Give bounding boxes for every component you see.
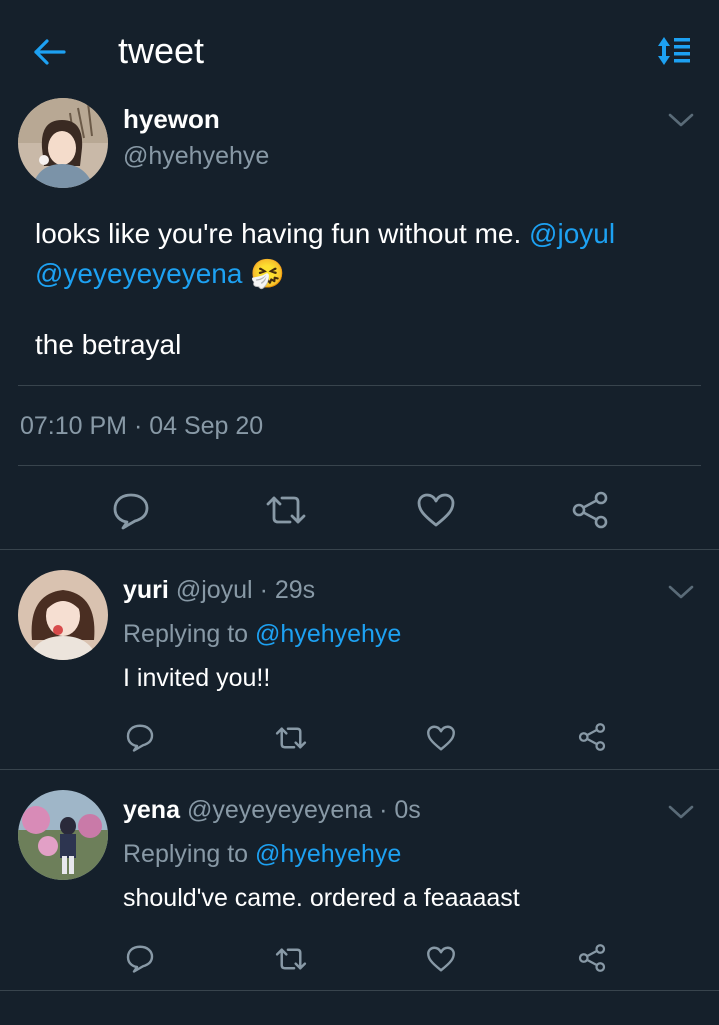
display-name[interactable]: hyewon	[123, 104, 220, 135]
mention-yeyeyeyeyena[interactable]: @yeyeyeyeyena	[35, 258, 242, 289]
avatar-hyewon[interactable]	[18, 98, 108, 188]
like-button[interactable]	[426, 724, 456, 757]
retweet-button[interactable]	[274, 945, 308, 978]
display-name[interactable]: yuri	[123, 576, 169, 604]
heart-icon	[427, 725, 455, 751]
user-handle[interactable]: @yeyeyeyeyena	[187, 796, 372, 824]
reply-text: I invited you!!	[123, 664, 271, 692]
heart-icon	[427, 946, 455, 972]
like-button[interactable]	[416, 492, 456, 533]
divider	[18, 385, 701, 386]
profile-photo-yena	[18, 790, 108, 880]
replying-to-label: Replying to	[123, 840, 249, 868]
heart-icon	[417, 493, 455, 527]
profile-photo-hyewon	[18, 98, 108, 188]
replying-to-handle[interactable]: @hyehyehye	[255, 620, 401, 648]
reply-menu-button[interactable]	[666, 802, 696, 822]
sort-button[interactable]	[655, 34, 695, 68]
user-handle[interactable]: @joyul	[176, 576, 253, 604]
reply-icon	[113, 493, 149, 530]
back-button[interactable]	[30, 34, 70, 70]
tweet-body: looks like you're having fun without me.…	[35, 214, 695, 294]
page-title: tweet	[118, 30, 205, 71]
replying-to-label: Replying to	[123, 620, 249, 648]
share-button[interactable]	[577, 722, 607, 757]
reply-button[interactable]	[111, 490, 151, 535]
profile-photo-yuri	[18, 570, 108, 660]
tweet-menu-button[interactable]	[666, 110, 696, 130]
reply-header: yena @yeyeyeyeyena · 0s	[123, 796, 421, 825]
retweet-icon	[266, 496, 306, 524]
reply-menu-button[interactable]	[666, 582, 696, 602]
retweet-icon	[275, 727, 307, 749]
share-icon	[578, 723, 606, 751]
retweet-button[interactable]	[274, 724, 308, 757]
like-button[interactable]	[426, 945, 456, 978]
avatar-yena[interactable]	[18, 790, 108, 880]
reply-age: · 29s	[259, 576, 316, 604]
tweet-timestamp: 07:10 PM · 04 Sep 20	[20, 412, 264, 440]
reply-button[interactable]	[125, 943, 155, 978]
share-icon	[572, 491, 608, 529]
reply-button[interactable]	[125, 722, 155, 757]
share-icon	[578, 944, 606, 972]
tweet-text-second-line: the betrayal	[35, 329, 182, 360]
user-handle[interactable]: @hyehyehye	[123, 142, 269, 171]
share-button[interactable]	[570, 490, 610, 535]
retweet-button[interactable]	[264, 492, 308, 533]
chevron-down-icon	[668, 113, 694, 127]
replying-to: Replying to @hyehyehye	[123, 840, 401, 869]
reply-text: should've came. ordered a feaaaast	[123, 884, 520, 912]
avatar-yuri[interactable]	[18, 570, 108, 660]
share-button[interactable]	[577, 943, 607, 978]
divider	[0, 549, 719, 550]
chevron-down-icon	[668, 585, 694, 599]
reply-icon	[126, 724, 154, 752]
divider	[18, 465, 701, 466]
chevron-down-icon	[668, 805, 694, 819]
tweet-text-part: looks like you're having fun without me.	[35, 218, 530, 249]
divider	[0, 769, 719, 770]
sneezing-face-emoji: 🤧	[250, 258, 286, 289]
reply-age: · 0s	[379, 796, 421, 824]
mention-joyul[interactable]: @joyul	[529, 218, 615, 249]
arrow-left-icon	[34, 39, 66, 65]
replying-to: Replying to @hyehyehye	[123, 620, 401, 649]
replying-to-handle[interactable]: @hyehyehye	[255, 840, 401, 868]
retweet-icon	[275, 948, 307, 970]
sort-icon	[658, 37, 690, 65]
display-name[interactable]: yena	[123, 796, 180, 824]
reply-header: yuri @joyul · 29s	[123, 576, 315, 605]
reply-icon	[126, 945, 154, 973]
divider	[0, 990, 719, 991]
